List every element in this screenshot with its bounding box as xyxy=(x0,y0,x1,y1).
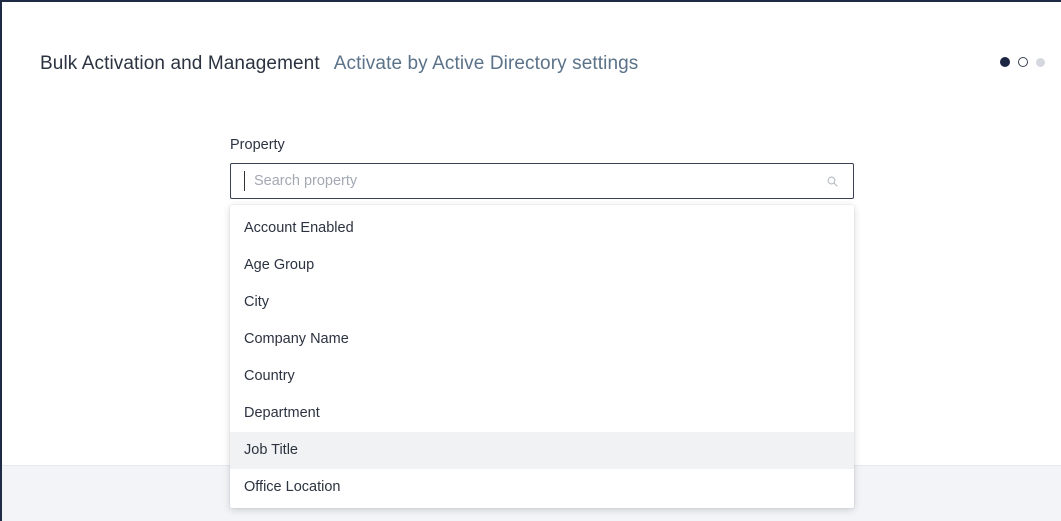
step-indicator xyxy=(1000,57,1045,67)
page-title: Bulk Activation and Management xyxy=(40,53,320,74)
dropdown-option[interactable]: Country xyxy=(230,358,854,395)
property-search-input[interactable] xyxy=(245,166,825,196)
dropdown-option[interactable]: Age Group xyxy=(230,247,854,284)
search-icon xyxy=(825,174,839,188)
dropdown-option[interactable]: Account Enabled xyxy=(230,210,854,247)
page-header: Bulk Activation and Management Activate … xyxy=(40,50,1041,78)
dropdown-option[interactable]: Company Name xyxy=(230,321,854,358)
step-dot-3 xyxy=(1036,57,1045,67)
dropdown-option-hovered[interactable]: Job Title xyxy=(230,432,854,469)
property-label: Property xyxy=(230,137,285,153)
dropdown-option[interactable]: Office Location xyxy=(230,469,854,506)
dropdown-option[interactable]: City xyxy=(230,284,854,321)
dropdown-option[interactable]: Department xyxy=(230,395,854,432)
property-dropdown-list: Account Enabled Age Group City Company N… xyxy=(230,205,854,508)
step-dot-1 xyxy=(1000,57,1010,67)
step-dot-2 xyxy=(1018,57,1028,67)
page-subtitle: Activate by Active Directory settings xyxy=(333,53,639,74)
bulk-activation-dialog: Bulk Activation and Management Activate … xyxy=(0,0,1061,521)
property-search-field[interactable] xyxy=(230,163,854,199)
